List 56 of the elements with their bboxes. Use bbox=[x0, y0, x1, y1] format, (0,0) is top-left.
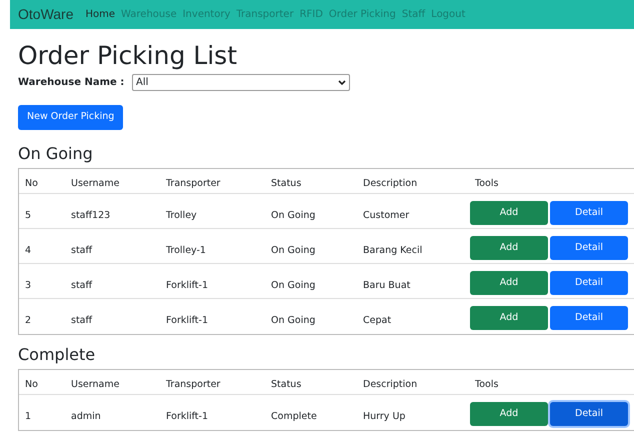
table-cell: 5 bbox=[25, 210, 32, 221]
add-button[interactable]: Add bbox=[470, 271, 548, 295]
section-heading: Complete bbox=[18, 344, 96, 366]
page-title: Order Picking List bbox=[18, 41, 238, 71]
column-header: Tools bbox=[475, 178, 498, 189]
table-cell: 3 bbox=[25, 280, 32, 291]
column-header: Transporter bbox=[166, 178, 220, 189]
new-order-picking-button[interactable]: New Order Picking bbox=[18, 105, 124, 130]
table-cell: Trolley-1 bbox=[166, 245, 206, 256]
column-header: No bbox=[25, 379, 38, 390]
table-cell: On Going bbox=[271, 280, 316, 291]
table-cell: On Going bbox=[271, 315, 316, 326]
detail-button[interactable]: Detail bbox=[550, 201, 628, 225]
table-cell: Hurry Up bbox=[363, 411, 406, 422]
table-cell: Forklift-1 bbox=[166, 280, 208, 291]
table-cell: Trolley bbox=[166, 210, 197, 221]
table-cell: 4 bbox=[25, 245, 32, 256]
column-header: Transporter bbox=[166, 379, 220, 390]
column-header: Status bbox=[271, 178, 302, 189]
table-cell: Barang Kecil bbox=[363, 245, 422, 256]
table-cell: Baru Buat bbox=[363, 280, 410, 291]
table-cell: admin bbox=[71, 411, 101, 422]
section-heading: On Going bbox=[18, 143, 94, 165]
table-cell: Forklift-1 bbox=[166, 411, 208, 422]
table-cell: Complete bbox=[271, 411, 317, 422]
table-cell: staff bbox=[71, 280, 92, 291]
add-button[interactable]: Add bbox=[470, 236, 548, 260]
warehouse-select[interactable]: All bbox=[132, 74, 350, 91]
add-button[interactable]: Add bbox=[470, 306, 548, 330]
add-button[interactable]: Add bbox=[470, 402, 548, 426]
column-header: Description bbox=[363, 178, 418, 189]
column-header: Status bbox=[271, 379, 302, 390]
add-button[interactable]: Add bbox=[470, 201, 548, 225]
detail-button[interactable]: Detail bbox=[550, 306, 628, 330]
column-header: Username bbox=[71, 178, 120, 189]
column-header: Username bbox=[71, 379, 120, 390]
table-cell: 1 bbox=[25, 411, 32, 422]
column-header: Description bbox=[363, 379, 418, 390]
detail-button[interactable]: Detail bbox=[550, 402, 628, 426]
column-header: No bbox=[25, 178, 38, 189]
table-cell: Cepat bbox=[363, 315, 392, 326]
table-cell: Forklift-1 bbox=[166, 315, 208, 326]
table-cell: On Going bbox=[271, 210, 316, 221]
table-cell: staff bbox=[71, 315, 92, 326]
table-cell: Customer bbox=[363, 210, 410, 221]
nav-link[interactable]: Home bbox=[86, 7, 116, 22]
table-cell: 2 bbox=[25, 315, 32, 326]
table-cell: staff bbox=[71, 245, 92, 256]
table-cell: staff123 bbox=[71, 210, 110, 221]
brand-logo[interactable]: OtoWare bbox=[18, 4, 74, 25]
chevron-down-icon bbox=[338, 80, 346, 86]
table-cell: On Going bbox=[271, 245, 316, 256]
filter-label: Warehouse Name : bbox=[18, 76, 126, 90]
detail-button[interactable]: Detail bbox=[550, 271, 628, 295]
detail-button[interactable]: Detail bbox=[550, 236, 628, 260]
column-header: Tools bbox=[475, 379, 498, 390]
